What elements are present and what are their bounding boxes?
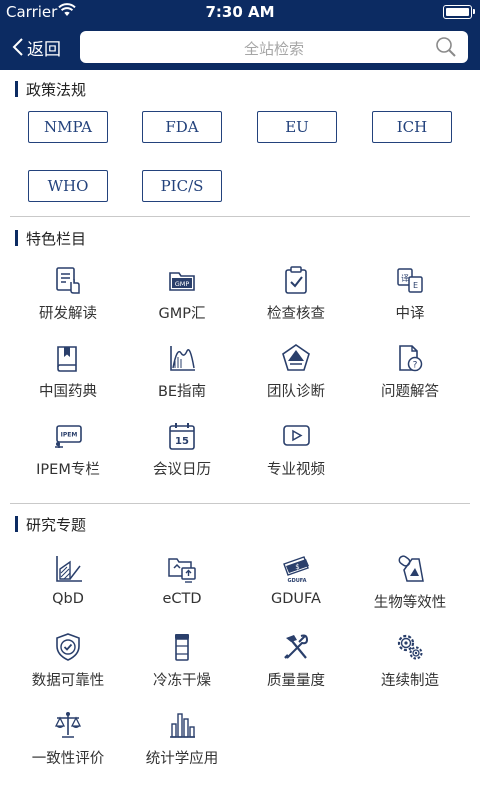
section-title-text: 特色栏目 bbox=[26, 229, 87, 248]
ipem-card-icon: IPEM bbox=[55, 425, 82, 448]
research-item-bioequivalence[interactable]: 生物等效性 bbox=[354, 554, 466, 618]
item-label: GMP汇 bbox=[158, 306, 206, 322]
section-divider bbox=[10, 216, 470, 217]
featured-item-pharmacopoeia[interactable]: 中国药典 bbox=[12, 343, 124, 407]
shield-check-icon bbox=[56, 633, 80, 661]
research-item-freeze-drying[interactable]: 冷冻干燥 bbox=[126, 632, 238, 696]
search-placeholder: 全站检索 bbox=[243, 40, 304, 58]
research-item-statistics[interactable]: 统计学应用 bbox=[126, 710, 238, 774]
section-title-featured: 特色栏目 bbox=[15, 228, 86, 248]
featured-item-calendar[interactable]: 15 会议日历 bbox=[126, 421, 238, 485]
section-title-text: 研究专题 bbox=[26, 515, 87, 534]
section-bar bbox=[15, 516, 18, 532]
clipboard-check-icon bbox=[285, 266, 307, 294]
featured-item-qa[interactable]: ? 问题解答 bbox=[354, 343, 466, 407]
item-label: 中译 bbox=[395, 306, 425, 322]
search-icon[interactable] bbox=[434, 36, 458, 58]
svg-text:?: ? bbox=[413, 361, 418, 371]
item-label: 统计学应用 bbox=[145, 751, 219, 767]
tools-icon bbox=[284, 634, 309, 659]
item-label: 生物等效性 bbox=[373, 595, 447, 611]
tag-nmpa[interactable]: NMPA bbox=[28, 111, 108, 143]
gears-icon bbox=[397, 634, 423, 660]
featured-item-gmp[interactable]: GMP GMP汇 bbox=[126, 265, 238, 329]
item-label: 冷冻干燥 bbox=[153, 673, 211, 689]
research-item-qbd[interactable]: QbD bbox=[12, 554, 124, 618]
clock: 7:30 AM bbox=[205, 3, 275, 21]
vial-icon bbox=[175, 634, 189, 661]
video-play-icon bbox=[283, 425, 310, 446]
item-label: 研发解读 bbox=[39, 306, 97, 322]
featured-item-inspection[interactable]: 检查核查 bbox=[240, 265, 352, 329]
item-label: GDUFA bbox=[271, 591, 321, 607]
tag-eu[interactable]: EU bbox=[257, 111, 337, 143]
svg-text:E: E bbox=[413, 281, 418, 290]
item-label: 中国药典 bbox=[39, 384, 97, 400]
section-title-research: 研究专题 bbox=[15, 514, 86, 534]
section-title-policy: 政策法规 bbox=[15, 79, 86, 99]
svg-text:GMP: GMP bbox=[175, 280, 190, 288]
tag-pics[interactable]: PIC/S bbox=[142, 170, 222, 202]
calendar-icon: 15 bbox=[169, 423, 195, 450]
item-label: 团队诊断 bbox=[267, 384, 325, 400]
chevron-left-icon bbox=[12, 38, 23, 56]
tag-fda[interactable]: FDA bbox=[142, 111, 222, 143]
money-icon: $ GDUFA bbox=[283, 556, 309, 584]
battery-icon bbox=[443, 5, 475, 19]
research-item-data-integrity[interactable]: 数据可靠性 bbox=[12, 632, 124, 696]
item-label: 一致性评价 bbox=[31, 751, 105, 767]
item-label: BE指南 bbox=[157, 384, 207, 400]
question-document-icon: ? bbox=[399, 345, 423, 372]
gmp-folder-icon: GMP bbox=[169, 272, 195, 291]
item-label: 专业视频 bbox=[267, 462, 325, 478]
tag-who[interactable]: WHO bbox=[28, 170, 108, 202]
section-title-text: 政策法规 bbox=[26, 80, 87, 99]
featured-item-translation[interactable]: 译E 中译 bbox=[354, 265, 466, 329]
research-item-quality-metrics[interactable]: 质量量度 bbox=[240, 632, 352, 696]
item-label: 检查核查 bbox=[267, 306, 325, 322]
section-bar bbox=[15, 230, 18, 246]
pharmacopoeia-book-icon bbox=[57, 346, 77, 372]
area-chart-icon bbox=[56, 556, 82, 582]
search-input[interactable]: 全站检索 bbox=[80, 31, 468, 63]
research-item-consistency-evaluation[interactable]: 一致性评价 bbox=[12, 710, 124, 774]
status-bar: Carrier 7:30 AM bbox=[0, 0, 480, 24]
featured-item-be-guide[interactable]: BE指南 bbox=[126, 343, 238, 407]
item-label: eCTD bbox=[162, 591, 202, 607]
svg-text:IPEM: IPEM bbox=[61, 432, 78, 439]
research-item-continuous-manufacturing[interactable]: 连续制造 bbox=[354, 632, 466, 696]
featured-item-ipem[interactable]: IPEM IPEM专栏 bbox=[12, 421, 124, 485]
featured-item-team-diagnosis[interactable]: 团队诊断 bbox=[240, 343, 352, 407]
item-label: 连续制造 bbox=[381, 673, 439, 689]
section-divider bbox=[10, 503, 470, 504]
svg-text:译: 译 bbox=[401, 274, 409, 283]
featured-item-video[interactable]: 专业视频 bbox=[240, 421, 352, 485]
top-header: Carrier 7:30 AM 返回 全站检索 bbox=[0, 0, 480, 70]
translate-icon: 译E bbox=[397, 268, 423, 293]
item-label: 问题解答 bbox=[381, 384, 439, 400]
item-label: IPEM专栏 bbox=[36, 462, 100, 478]
item-label: 会议日历 bbox=[153, 462, 211, 478]
featured-item-research-interpretation[interactable]: 研发解读 bbox=[12, 265, 124, 329]
calendar-day: 15 bbox=[175, 436, 189, 447]
gdufa-badge: GDUFA bbox=[287, 578, 306, 584]
folder-upload-icon bbox=[168, 558, 196, 583]
bar-chart-icon bbox=[170, 713, 195, 738]
balance-scale-icon bbox=[54, 712, 82, 738]
curve-chart-icon bbox=[170, 346, 195, 371]
svg-text:$: $ bbox=[295, 563, 299, 571]
tag-ich[interactable]: ICH bbox=[372, 111, 452, 143]
back-button[interactable]: 返回 bbox=[12, 34, 61, 60]
research-item-gdufa[interactable]: $ GDUFA GDUFA bbox=[240, 554, 352, 618]
pill-bottle-icon bbox=[398, 555, 424, 582]
research-item-ectd[interactable]: eCTD bbox=[126, 554, 238, 618]
item-label: 质量量度 bbox=[267, 673, 325, 689]
document-hand-icon bbox=[56, 267, 80, 294]
pentagon-team-icon bbox=[282, 344, 310, 371]
item-label: QbD bbox=[52, 591, 84, 607]
back-label: 返回 bbox=[27, 39, 61, 60]
item-label: 数据可靠性 bbox=[31, 673, 105, 689]
section-bar bbox=[15, 81, 18, 97]
